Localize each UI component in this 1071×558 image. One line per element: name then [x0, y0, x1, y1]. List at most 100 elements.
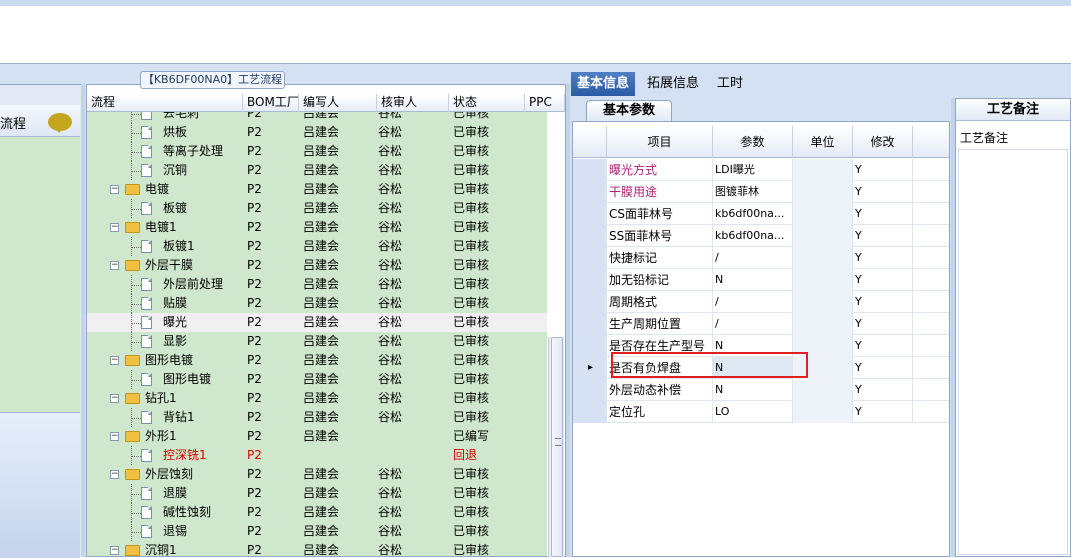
- param-row[interactable]: 周期格式 / Y: [573, 291, 949, 313]
- column-header[interactable]: 核审人: [377, 94, 449, 112]
- param-modify[interactable]: Y: [853, 335, 913, 357]
- tree-row[interactable]: 背钻1 P2 吕建会 谷松 已审核: [87, 408, 547, 427]
- expand-toggle-icon[interactable]: −: [110, 185, 119, 194]
- tab-basic-params[interactable]: 基本参数: [586, 100, 672, 122]
- param-modify[interactable]: Y: [853, 247, 913, 269]
- tree-row[interactable]: 图形电镀 P2 吕建会 谷松 已审核: [87, 370, 547, 389]
- comment-bubble-icon[interactable]: [48, 113, 72, 133]
- param-value[interactable]: kb6df00na...: [713, 203, 793, 225]
- row-header[interactable]: [573, 401, 607, 423]
- param-modify[interactable]: Y: [853, 203, 913, 225]
- row-header[interactable]: [573, 313, 607, 335]
- scrollbar-thumb[interactable]: [551, 337, 563, 557]
- expand-toggle-icon[interactable]: −: [110, 546, 119, 555]
- param-unit[interactable]: [793, 379, 853, 401]
- column-header[interactable]: 项目: [607, 126, 713, 158]
- param-value[interactable]: /: [713, 291, 793, 313]
- column-header[interactable]: 编写人: [299, 94, 377, 112]
- expand-toggle-icon[interactable]: −: [110, 470, 119, 479]
- left-panel-header[interactable]: 流程: [0, 105, 80, 137]
- tree-row[interactable]: 等离子处理 P2 吕建会 谷松 已审核: [87, 142, 547, 161]
- row-header[interactable]: [573, 203, 607, 225]
- param-unit[interactable]: [793, 313, 853, 335]
- tree-row[interactable]: − 外层干膜 P2 吕建会 谷松 已审核: [87, 256, 547, 275]
- param-unit[interactable]: [793, 291, 853, 313]
- expand-toggle-icon[interactable]: −: [110, 432, 119, 441]
- param-value[interactable]: /: [713, 313, 793, 335]
- tree-row[interactable]: − 外层蚀刻 P2 吕建会 谷松 已审核: [87, 465, 547, 484]
- tab-0[interactable]: 基本信息: [571, 72, 636, 96]
- param-value[interactable]: LDI曝光: [713, 159, 793, 181]
- param-row[interactable]: 加无铅标记 N Y: [573, 269, 949, 291]
- column-header[interactable]: 修改: [853, 126, 913, 158]
- left-splitter[interactable]: [81, 84, 85, 557]
- param-unit[interactable]: [793, 401, 853, 423]
- param-modify[interactable]: Y: [853, 313, 913, 335]
- tree-row[interactable]: 曝光 P2 吕建会 谷松 已审核: [87, 313, 547, 332]
- column-header[interactable]: BOM工厂: [243, 94, 299, 112]
- row-header[interactable]: [573, 291, 607, 313]
- tree-row[interactable]: − 图形电镀 P2 吕建会 谷松 已审核: [87, 351, 547, 370]
- param-modify[interactable]: Y: [853, 379, 913, 401]
- tree-row[interactable]: − 外形1 P2 吕建会 已编写: [87, 427, 547, 446]
- center-splitter[interactable]: [566, 84, 570, 557]
- param-row[interactable]: 快捷标记 / Y: [573, 247, 949, 269]
- tree-scrollbar[interactable]: [548, 337, 564, 557]
- expand-toggle-icon[interactable]: −: [110, 223, 119, 232]
- column-header[interactable]: PPC: [525, 94, 565, 112]
- tree-row[interactable]: 板镀 P2 吕建会 谷松 已审核: [87, 199, 547, 218]
- tree-row[interactable]: 沉铜 P2 吕建会 谷松 已审核: [87, 161, 547, 180]
- param-value[interactable]: N: [713, 269, 793, 291]
- expand-toggle-icon[interactable]: −: [110, 394, 119, 403]
- param-modify[interactable]: Y: [853, 401, 913, 423]
- row-header[interactable]: [573, 269, 607, 291]
- param-unit[interactable]: [793, 269, 853, 291]
- param-value[interactable]: 图镀菲林: [713, 181, 793, 203]
- param-row[interactable]: 曝光方式 LDI曝光 Y: [573, 159, 949, 181]
- row-header[interactable]: [573, 225, 607, 247]
- process-notes-input[interactable]: [958, 149, 1068, 555]
- row-header[interactable]: [573, 159, 607, 181]
- param-row[interactable]: 定位孔 LO Y: [573, 401, 949, 423]
- param-unit[interactable]: [793, 247, 853, 269]
- param-modify[interactable]: Y: [853, 269, 913, 291]
- tree-row[interactable]: 显影 P2 吕建会 谷松 已审核: [87, 332, 547, 351]
- expand-toggle-icon[interactable]: −: [110, 356, 119, 365]
- tree-row[interactable]: 板镀1 P2 吕建会 谷松 已审核: [87, 237, 547, 256]
- param-value[interactable]: LO: [713, 401, 793, 423]
- tree-row[interactable]: − 钻孔1 P2 吕建会 谷松 已审核: [87, 389, 547, 408]
- param-row[interactable]: 干膜用途 图镀菲林 Y: [573, 181, 949, 203]
- row-header[interactable]: [573, 181, 607, 203]
- param-unit[interactable]: [793, 225, 853, 247]
- param-row[interactable]: CS面菲林号 kb6df00na... Y: [573, 203, 949, 225]
- column-header[interactable]: 单位: [793, 126, 853, 158]
- param-value[interactable]: /: [713, 247, 793, 269]
- tree-row[interactable]: 去毛刺 P2 吕建会 谷松 已审核: [87, 112, 547, 123]
- tab-2[interactable]: 工时: [711, 72, 749, 96]
- tree-row[interactable]: − 电镀 P2 吕建会 谷松 已审核: [87, 180, 547, 199]
- param-modify[interactable]: Y: [853, 357, 913, 379]
- param-unit[interactable]: [793, 203, 853, 225]
- tree-row[interactable]: 碱性蚀刻 P2 吕建会 谷松 已审核: [87, 503, 547, 522]
- param-modify[interactable]: Y: [853, 291, 913, 313]
- tab-1[interactable]: 拓展信息: [641, 72, 705, 96]
- tree-row[interactable]: 贴膜 P2 吕建会 谷松 已审核: [87, 294, 547, 313]
- param-value[interactable]: kb6df00na...: [713, 225, 793, 247]
- param-modify[interactable]: Y: [853, 181, 913, 203]
- param-value[interactable]: N: [713, 379, 793, 401]
- param-modify[interactable]: Y: [853, 225, 913, 247]
- param-modify[interactable]: Y: [853, 159, 913, 181]
- param-row[interactable]: SS面菲林号 kb6df00na... Y: [573, 225, 949, 247]
- tree-row[interactable]: − 沉铜1 P2 吕建会 谷松 已审核: [87, 541, 547, 556]
- column-header[interactable]: 状态: [449, 94, 525, 112]
- row-header[interactable]: ▸: [573, 357, 607, 379]
- tree-row[interactable]: 烘板 P2 吕建会 谷松 已审核: [87, 123, 547, 142]
- column-header[interactable]: 流程: [87, 94, 243, 112]
- tree-row[interactable]: 退膜 P2 吕建会 谷松 已审核: [87, 484, 547, 503]
- row-header[interactable]: [573, 247, 607, 269]
- tree-row[interactable]: 退锡 P2 吕建会 谷松 已审核: [87, 522, 547, 541]
- row-header[interactable]: [573, 335, 607, 357]
- tree-row[interactable]: 控深铣1 P2 回退: [87, 446, 547, 465]
- column-header[interactable]: 参数: [713, 126, 793, 158]
- param-row[interactable]: 外层动态补偿 N Y: [573, 379, 949, 401]
